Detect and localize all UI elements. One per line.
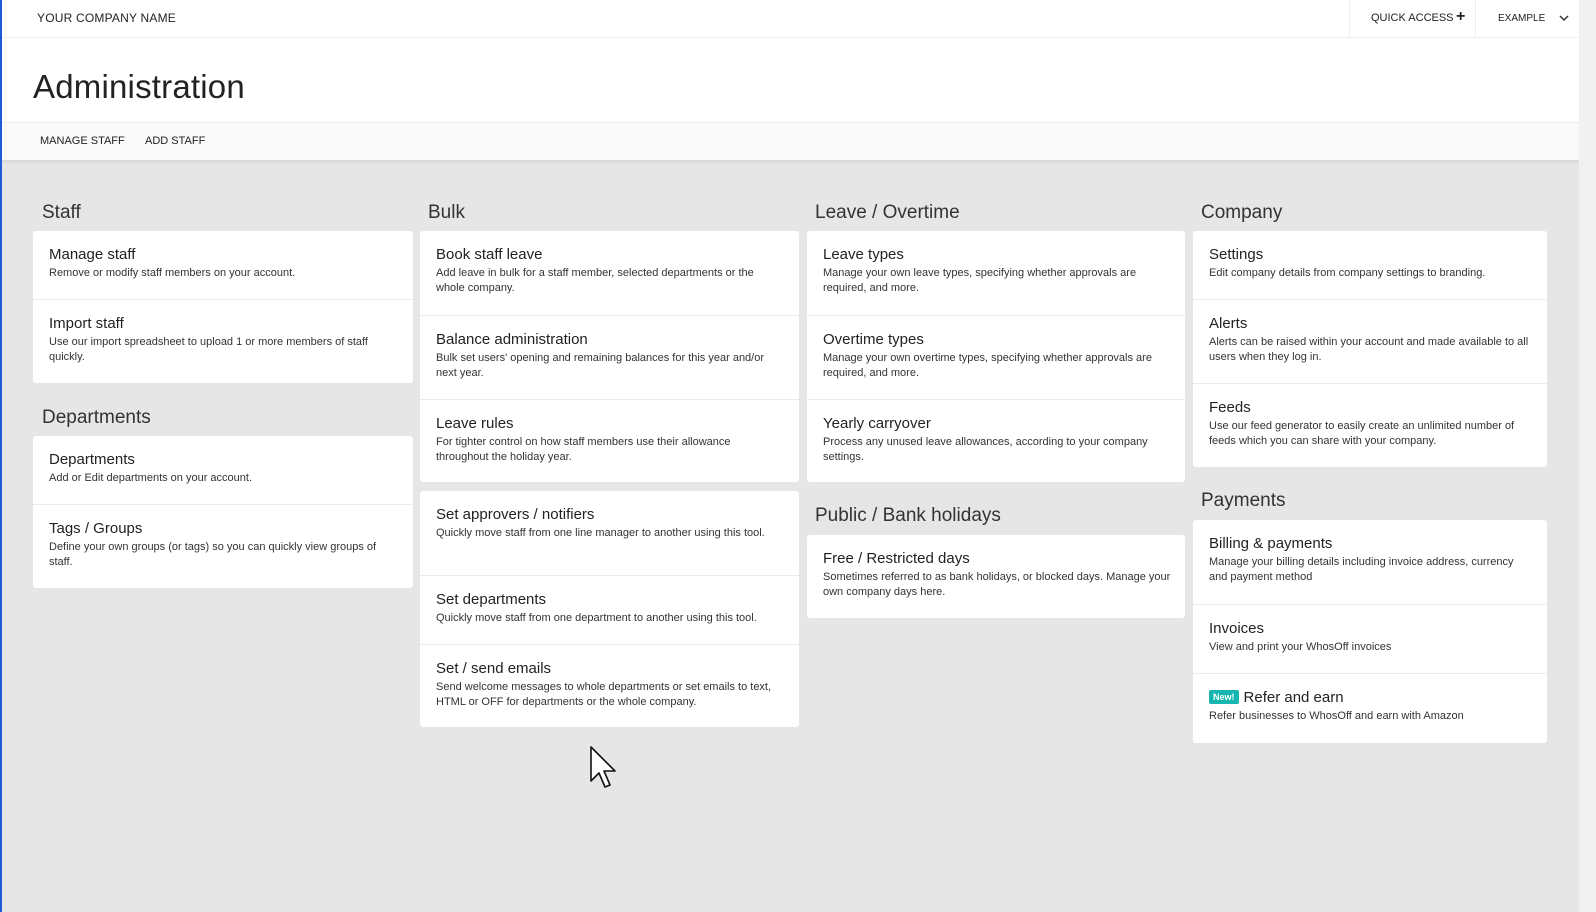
settings-item[interactable]: Settings Edit company details from compa… <box>1193 231 1547 299</box>
quick-access-label: QUICK ACCESS <box>1371 12 1454 24</box>
item-title: Set / send emails <box>436 660 552 677</box>
item-description: Add or Edit departments on your account. <box>49 472 253 484</box>
item-description: Remove or modify staff members on your a… <box>49 267 296 279</box>
bulk-tools-card: Set approvers / notifiers Quickly move s… <box>420 491 799 727</box>
scrollbar-track[interactable] <box>1579 0 1596 912</box>
payments-card: Billing & payments Manage your billing d… <box>1193 520 1547 743</box>
item-description: Add leave in bulk for a staff member, se… <box>436 267 754 294</box>
sub-navigation: MANAGE STAFF ADD STAFF <box>0 122 1579 160</box>
new-badge: New! <box>1209 690 1239 704</box>
item-title: Yearly carryover <box>823 415 931 432</box>
item-title: Balance administration <box>436 331 588 348</box>
add-staff-link[interactable]: ADD STAFF <box>145 135 205 147</box>
item-description: Refer businesses to WhosOff and earn wit… <box>1209 710 1464 722</box>
user-menu-button[interactable]: EXAMPLE <box>1475 0 1579 38</box>
user-menu-label: EXAMPLE <box>1498 13 1546 24</box>
item-description: View and print your WhosOff invoices <box>1209 641 1392 653</box>
item-title: Feeds <box>1209 399 1251 416</box>
item-description: Define your own groups (or tags) so you … <box>49 541 377 568</box>
item-title: Invoices <box>1209 620 1265 637</box>
item-title: Alerts <box>1209 315 1248 332</box>
departments-item[interactable]: Departments Add or Edit departments on y… <box>33 436 413 504</box>
window-left-edge <box>0 0 2 912</box>
free-restricted-days-item[interactable]: Free / Restricted days Sometimes referre… <box>807 535 1185 618</box>
leave-types-item[interactable]: Leave types Manage your own leave types,… <box>807 231 1185 315</box>
item-description: Bulk set users' opening and remaining ba… <box>436 352 765 379</box>
item-description: Sometimes referred to as bank holidays, … <box>823 571 1171 598</box>
public-holidays-card: Free / Restricted days Sometimes referre… <box>807 535 1185 618</box>
item-title: Set departments <box>436 591 547 608</box>
item-title: Manage staff <box>49 246 136 263</box>
item-title: Leave rules <box>436 415 514 432</box>
section-title-public-holidays: Public / Bank holidays <box>815 505 1001 526</box>
import-staff-item[interactable]: Import staff Use our import spreadsheet … <box>33 299 413 384</box>
send-emails-item[interactable]: Set / send emails Send welcome messages … <box>420 644 799 728</box>
item-title: Billing & payments <box>1209 535 1333 552</box>
company-card: Settings Edit company details from compa… <box>1193 231 1547 467</box>
balance-administration-item[interactable]: Balance administration Bulk set users' o… <box>420 315 799 400</box>
item-description: Process any unused leave allowances, acc… <box>823 436 1148 463</box>
plus-icon: + <box>1456 8 1466 25</box>
overtime-types-item[interactable]: Overtime types Manage your own overtime … <box>807 315 1185 400</box>
chevron-down-icon <box>1559 15 1569 22</box>
set-departments-item[interactable]: Set departments Quickly move staff from … <box>420 575 799 645</box>
item-title: Import staff <box>49 315 124 332</box>
item-description: For tighter control on how staff members… <box>436 436 731 463</box>
item-description: Quickly move staff from one line manager… <box>436 527 765 539</box>
top-bar: YOUR COMPANY NAME QUICK ACCESS + EXAMPLE <box>0 0 1579 38</box>
page-title: Administration <box>33 68 245 105</box>
item-description: Use our feed generator to easily create … <box>1209 420 1515 447</box>
section-title-leave-overtime: Leave / Overtime <box>815 202 960 223</box>
item-title: Leave types <box>823 246 904 263</box>
yearly-carryover-item[interactable]: Yearly carryover Process any unused leav… <box>807 399 1185 483</box>
item-title: Free / Restricted days <box>823 550 970 567</box>
manage-staff-link[interactable]: MANAGE STAFF <box>40 135 125 147</box>
refer-and-earn-label: Refer and earn <box>1243 689 1344 706</box>
tags-groups-item[interactable]: Tags / Groups Define your own groups (or… <box>33 504 413 589</box>
departments-card: Departments Add or Edit departments on y… <box>33 436 413 588</box>
refer-and-earn-item[interactable]: New! Refer and earn Refer businesses to W… <box>1193 673 1547 744</box>
section-title-staff: Staff <box>42 202 81 223</box>
item-title: Tags / Groups <box>49 520 143 537</box>
book-staff-leave-item[interactable]: Book staff leave Add leave in bulk for a… <box>420 231 799 315</box>
item-title: Book staff leave <box>436 246 543 263</box>
item-description: Edit company details from company settin… <box>1209 267 1486 279</box>
set-approvers-item[interactable]: Set approvers / notifiers Quickly move s… <box>420 491 799 575</box>
item-description: Manage your billing details including in… <box>1209 556 1514 583</box>
invoices-item[interactable]: Invoices View and print your WhosOff inv… <box>1193 604 1547 674</box>
alerts-item[interactable]: Alerts Alerts can be raised within your … <box>1193 299 1547 384</box>
section-title-payments: Payments <box>1201 490 1286 511</box>
item-description: Manage your own overtime types, specifyi… <box>823 352 1152 379</box>
quick-access-button[interactable]: QUICK ACCESS + <box>1349 0 1475 38</box>
item-description: Send welcome messages to whole departmen… <box>436 681 772 708</box>
manage-staff-item[interactable]: Manage staff Remove or modify staff memb… <box>33 231 413 299</box>
billing-payments-item[interactable]: Billing & payments Manage your billing d… <box>1193 520 1547 604</box>
feeds-item[interactable]: Feeds Use our feed generator to easily c… <box>1193 383 1547 468</box>
section-title-company: Company <box>1201 202 1283 223</box>
item-title: Departments <box>49 451 135 468</box>
staff-card: Manage staff Remove or modify staff memb… <box>33 231 413 383</box>
section-title-bulk: Bulk <box>428 202 465 223</box>
leave-overtime-card: Leave types Manage your own leave types,… <box>807 231 1185 482</box>
item-title: Settings <box>1209 246 1264 263</box>
section-title-departments: Departments <box>42 407 151 428</box>
company-name[interactable]: YOUR COMPANY NAME <box>37 11 176 25</box>
item-description: Use our import spreadsheet to upload 1 o… <box>49 336 368 363</box>
item-description: Quickly move staff from one department t… <box>436 612 757 624</box>
item-title: Overtime types <box>823 331 924 348</box>
item-description: Manage your own leave types, specifying … <box>823 267 1137 294</box>
page-header: Administration <box>0 38 1579 122</box>
leave-rules-item[interactable]: Leave rules For tighter control on how s… <box>420 399 799 483</box>
mouse-cursor-icon <box>590 746 616 788</box>
bulk-card: Book staff leave Add leave in bulk for a… <box>420 231 799 482</box>
item-title: Set approvers / notifiers <box>436 506 595 523</box>
item-description: Alerts can be raised within your account… <box>1209 336 1529 363</box>
item-title: New! Refer and earn <box>1209 689 1344 706</box>
